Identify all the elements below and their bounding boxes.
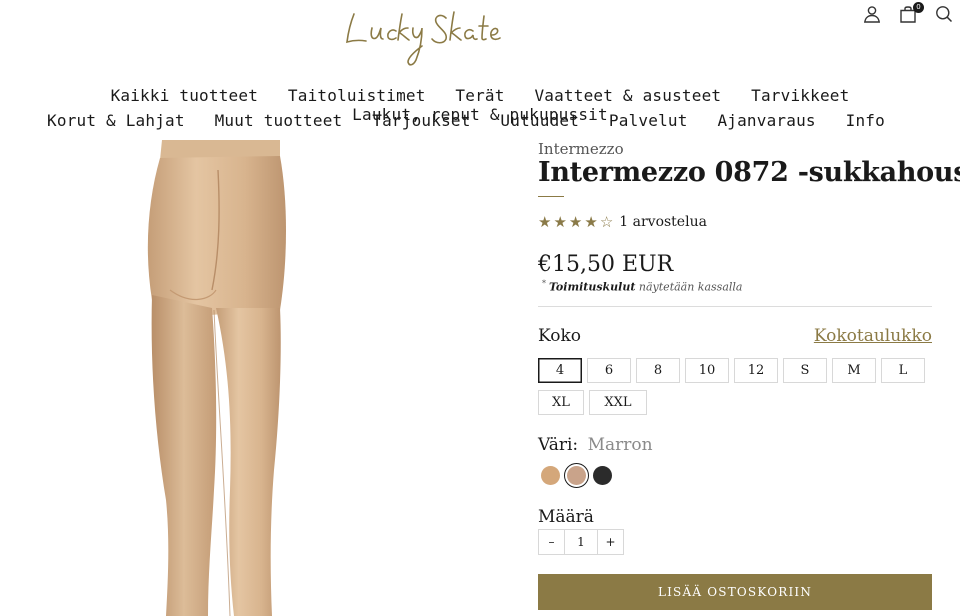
product-rating[interactable]: ★ ★ ★ ★ ☆ 1 arvostelua: [538, 214, 932, 230]
color-swatches: [538, 463, 932, 488]
color-label: Väri: Marron: [538, 435, 932, 455]
add-to-cart-button[interactable]: LISÄÄ OSTOSKORIIN: [538, 574, 932, 610]
size-option-10[interactable]: 10: [685, 358, 729, 383]
shipping-note: * Toimituskulut näytetään kassalla: [538, 279, 932, 294]
cart-icon[interactable]: 0: [898, 2, 924, 24]
color-swatch-marron[interactable]: [564, 463, 589, 488]
color-swatch-black[interactable]: [593, 466, 612, 485]
size-chart-link[interactable]: Kokotaulukko: [780, 326, 932, 346]
size-option-s[interactable]: S: [783, 358, 827, 383]
section-divider: [538, 306, 932, 307]
shipping-policy-link[interactable]: Toimituskulut: [549, 281, 635, 294]
header-icons: 0: [862, 2, 954, 24]
size-option-4[interactable]: 4: [538, 358, 582, 383]
nav-item-tarvikkeet[interactable]: Tarvikkeet: [751, 86, 849, 105]
nav-item-muut-tuotteet[interactable]: Muut tuotteet: [215, 111, 343, 130]
title-divider: [538, 196, 564, 197]
product-vendor[interactable]: Intermezzo: [538, 140, 932, 158]
size-option-6[interactable]: 6: [587, 358, 631, 383]
shipping-asterisk: *: [542, 279, 546, 288]
nav-item-kaikki-tuotteet[interactable]: Kaikki tuotteet: [111, 86, 259, 105]
nav-item-terat[interactable]: Terät: [455, 86, 504, 105]
size-option-xl[interactable]: XL: [538, 390, 584, 415]
cart-count-badge: 0: [913, 2, 924, 13]
color-swatch-nude[interactable]: [541, 466, 560, 485]
selected-color-name: Marron: [587, 435, 653, 455]
quantity-input[interactable]: 1: [565, 529, 597, 555]
quantity-stepper: – 1 +: [538, 529, 932, 555]
nav-item-uutuudet[interactable]: Uutuudet: [500, 111, 579, 130]
quantity-label: Määrä: [538, 507, 594, 527]
star-icon-filled: ★: [553, 212, 567, 231]
quantity-decrease-button[interactable]: –: [538, 529, 565, 555]
star-icon-filled: ★: [584, 212, 598, 231]
nav-item-vaatteet-asusteet[interactable]: Vaatteet & asusteet: [534, 86, 721, 105]
star-icon-filled: ★: [568, 212, 583, 231]
size-option-12[interactable]: 12: [734, 358, 778, 383]
product-image[interactable]: [130, 140, 330, 616]
color-label-text: Väri:: [538, 435, 579, 455]
nav-item-korut-lahjat[interactable]: Korut & Lahjat: [47, 111, 185, 130]
lucky-skate-logo[interactable]: [340, 2, 510, 72]
nav-item-tarjoukset[interactable]: Tarjoukset: [372, 111, 470, 130]
star-icon-empty: ☆: [599, 212, 614, 231]
product-title: Intermezzo 0872 -sukkahousut: [538, 157, 960, 188]
size-options: 4 6 8 10 12 S M L XL XXL: [538, 358, 938, 415]
account-icon[interactable]: [862, 4, 882, 24]
size-option-8[interactable]: 8: [636, 358, 680, 383]
size-option-xxl[interactable]: XXL: [589, 390, 647, 415]
product-price: €15,50 EUR: [538, 252, 674, 277]
quantity-increase-button[interactable]: +: [597, 529, 624, 555]
shipping-note-text: näytetään kassalla: [638, 280, 743, 294]
size-option-m[interactable]: M: [832, 358, 876, 383]
review-count-link[interactable]: 1 arvostelua: [619, 214, 707, 230]
star-icon-filled: ★: [538, 212, 552, 231]
main-nav-row-2: Korut & Lahjat Muut tuotteet Tarjoukset …: [0, 111, 960, 130]
nav-item-palvelut[interactable]: Palvelut: [609, 111, 688, 130]
nav-item-info[interactable]: Info: [846, 111, 885, 130]
search-icon[interactable]: [934, 4, 954, 24]
size-option-l[interactable]: L: [881, 358, 925, 383]
nav-item-taitoluistimet[interactable]: Taitoluistimet: [288, 86, 426, 105]
nav-item-ajanvaraus[interactable]: Ajanvaraus: [717, 111, 815, 130]
